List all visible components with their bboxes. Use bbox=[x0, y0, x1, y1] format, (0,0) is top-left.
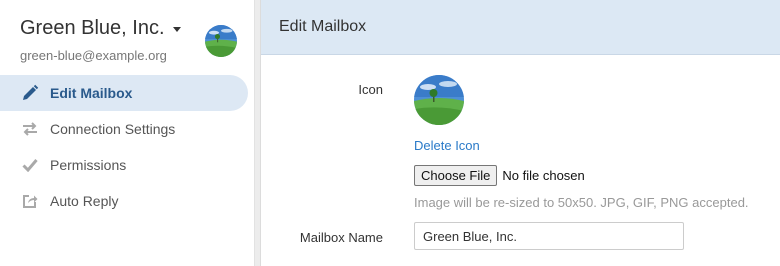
nav-item-edit-mailbox[interactable]: Edit Mailbox bbox=[0, 75, 248, 111]
mailbox-email: green-blue@example.org bbox=[20, 48, 167, 63]
file-status: No file chosen bbox=[502, 168, 585, 183]
pencil-icon bbox=[20, 84, 40, 102]
mailbox-avatar bbox=[205, 25, 237, 57]
mailbox-header: Green Blue, Inc. green-blue@example.org bbox=[0, 0, 255, 75]
mailbox-name-label: Mailbox Name bbox=[299, 230, 383, 245]
nav-label-auto-reply: Auto Reply bbox=[50, 193, 119, 209]
reply-share-icon bbox=[20, 192, 40, 210]
nav-label-connection-settings: Connection Settings bbox=[50, 121, 176, 137]
sidebar: Green Blue, Inc. green-blue@example.org bbox=[0, 0, 255, 266]
page-title: Edit Mailbox bbox=[261, 0, 780, 55]
icon-label: Icon bbox=[358, 82, 383, 97]
checkmark-icon bbox=[20, 156, 40, 174]
mailbox-name: Green Blue, Inc. bbox=[20, 17, 165, 39]
mailbox-icon-preview bbox=[414, 75, 464, 125]
file-upload: Choose File No file chosen bbox=[414, 165, 585, 186]
nav-label-edit-mailbox: Edit Mailbox bbox=[50, 85, 133, 101]
nav-label-permissions: Permissions bbox=[50, 157, 127, 173]
main-panel: Edit Mailbox Icon Delete Icon Choose Fil… bbox=[260, 0, 780, 266]
delete-icon-link[interactable]: Delete Icon bbox=[414, 138, 480, 153]
mailbox-switcher[interactable]: Green Blue, Inc. bbox=[20, 17, 181, 40]
sidebar-nav: Edit Mailbox Connection Settings Permiss… bbox=[0, 75, 248, 219]
nav-item-connection-settings[interactable]: Connection Settings bbox=[0, 111, 248, 147]
mailbox-name-input[interactable] bbox=[414, 222, 684, 250]
resize-hint: Image will be re-sized to 50x50. JPG, GI… bbox=[414, 195, 749, 210]
nav-item-permissions[interactable]: Permissions bbox=[0, 147, 248, 183]
choose-file-button[interactable]: Choose File bbox=[414, 165, 498, 186]
arrows-exchange-icon bbox=[20, 120, 40, 138]
edit-mailbox-form: Icon Delete Icon Choose File No file cho… bbox=[261, 55, 780, 266]
caret-down-icon bbox=[172, 27, 181, 32]
nav-item-auto-reply[interactable]: Auto Reply bbox=[0, 183, 248, 219]
